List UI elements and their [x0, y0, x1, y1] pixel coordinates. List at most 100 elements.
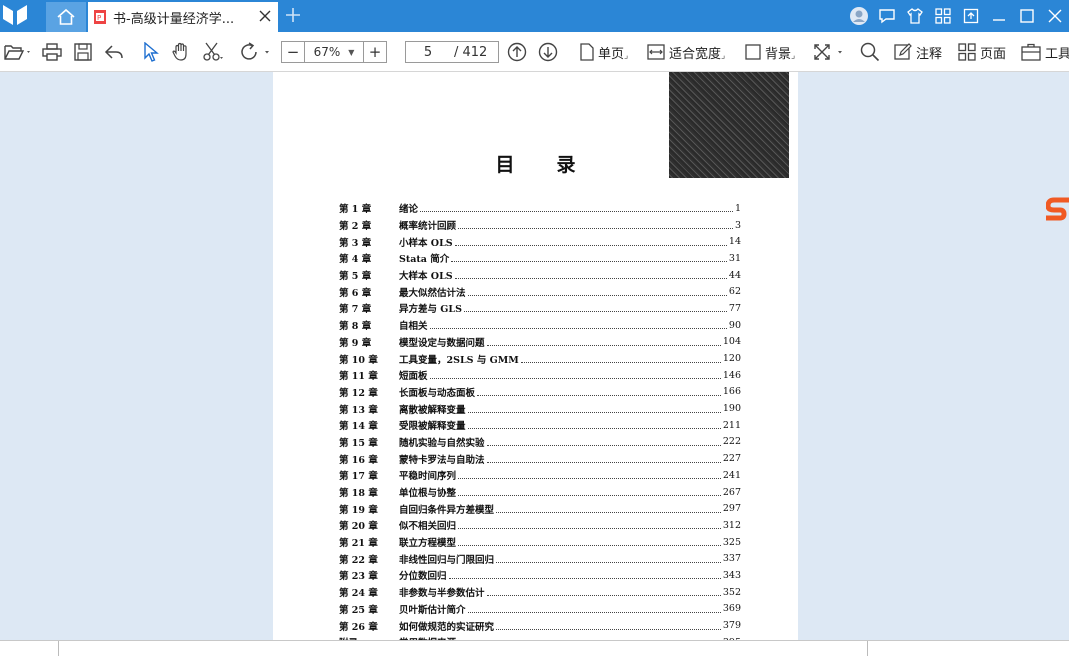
- expand-arrows-icon: [814, 44, 842, 60]
- next-page-button[interactable]: [538, 41, 558, 63]
- toc-title: 受限被解释变量: [399, 421, 466, 433]
- undo-arrow-icon: [104, 45, 123, 59]
- document-tab-title: 书-高级计量经济学...: [113, 11, 235, 27]
- close-tab-icon[interactable]: [258, 9, 272, 23]
- new-tab-icon[interactable]: [284, 6, 302, 24]
- select-tool-button[interactable]: [142, 41, 160, 63]
- toc-chapter: 第 14 章: [339, 421, 378, 433]
- toc-title: 随机实验与自然实验: [399, 437, 485, 449]
- page-button[interactable]: 页面: [958, 41, 1006, 63]
- toc-title: 自回归条件异方差模型: [399, 504, 495, 516]
- total-pages: / 412: [454, 44, 488, 60]
- pencil-edit-icon: [894, 43, 912, 60]
- toc-page-number: 44: [728, 269, 741, 281]
- toc-chapter: 第 4 章: [339, 254, 372, 266]
- toc-title: 大样本 OLS: [399, 271, 453, 283]
- toc-leader-dots: [467, 605, 721, 613]
- skin-shirt-icon[interactable]: [901, 0, 929, 32]
- toc-page-number: 146: [722, 369, 741, 381]
- ime-s-icon[interactable]: [1046, 196, 1069, 224]
- toc-chapter: 第 5 章: [339, 271, 372, 283]
- maximize-icon[interactable]: [1013, 0, 1041, 32]
- toc-chapter: 第 26 章: [339, 621, 378, 633]
- toc-leader-dots: [458, 221, 733, 230]
- toc-row: 第 9 章 模型设定与数据问题 104: [339, 334, 741, 351]
- toc-page-number: 379: [722, 620, 741, 632]
- toc-chapter: 第 16 章: [339, 454, 378, 466]
- search-button[interactable]: [860, 41, 880, 63]
- toc-chapter: 第 24 章: [339, 588, 378, 600]
- hand-tool-button[interactable]: [171, 41, 191, 63]
- page-number-field[interactable]: 5 / 412: [405, 41, 499, 63]
- print-button[interactable]: [42, 41, 62, 63]
- user-avatar-icon[interactable]: [845, 0, 873, 32]
- zoom-out-button[interactable]: −: [282, 42, 304, 62]
- annotate-button[interactable]: 注释: [894, 41, 942, 63]
- toc-title: 概率统计回顾: [399, 221, 457, 233]
- zoom-in-button[interactable]: +: [364, 42, 386, 62]
- current-page-input[interactable]: 5: [406, 45, 450, 60]
- fit-width-icon: [647, 44, 665, 60]
- toc-page-number: 31: [728, 252, 741, 264]
- toc-title: 贝叶斯估计简介: [399, 604, 466, 616]
- toc-chapter: 第 23 章: [339, 571, 378, 583]
- toolbox-icon: [1021, 43, 1041, 61]
- toc-page-number: 104: [722, 336, 741, 348]
- tools-button[interactable]: 工具: [1021, 41, 1069, 63]
- toc-leader-dots: [486, 588, 721, 597]
- toc-page-number: 241: [722, 469, 741, 481]
- toc-title: 短面板: [399, 371, 428, 383]
- toc-chapter: 第 6 章: [339, 287, 372, 299]
- toc-chapter: 第 13 章: [339, 404, 378, 416]
- chevron-down-icon: ▼: [348, 47, 355, 57]
- layout-grid-icon[interactable]: [929, 0, 957, 32]
- feedback-icon[interactable]: [873, 0, 901, 32]
- toc-page-number: 14: [728, 236, 741, 248]
- single-page-label: 单页⌟: [598, 46, 629, 62]
- scissors-icon: [203, 42, 223, 61]
- toc-title: 自相关: [399, 321, 428, 333]
- save-button[interactable]: [74, 41, 92, 63]
- restore-mini-icon[interactable]: [957, 0, 985, 32]
- fullscreen-button[interactable]: [813, 41, 847, 63]
- single-page-button[interactable]: 单页⌟: [580, 41, 628, 63]
- minimize-icon[interactable]: [985, 0, 1013, 32]
- toc-leader-dots: [458, 488, 721, 497]
- home-tab[interactable]: [46, 2, 86, 32]
- toc-row: 第 16 章 蒙特卡罗法与自助法 227: [339, 450, 741, 467]
- toc-leader-dots: [458, 471, 721, 480]
- toc-chapter: 第 9 章: [339, 337, 372, 349]
- save-disk-icon: [74, 43, 92, 61]
- toc-page-number: 211: [722, 419, 741, 431]
- toc-chapter: 第 20 章: [339, 521, 378, 533]
- toc-leader-dots: [486, 455, 721, 463]
- undo-button[interactable]: [104, 41, 124, 63]
- toc-page-number: 222: [722, 436, 741, 448]
- toc-row: 第 1 章 绪论 1: [339, 200, 741, 217]
- toc-row: 第 13 章 离散被解释变量 190: [339, 400, 741, 417]
- toc-title: 绪论: [399, 204, 419, 216]
- close-window-icon[interactable]: [1041, 0, 1069, 32]
- toc-leader-dots: [496, 622, 721, 630]
- toc-row: 第 2 章 概率统计回顾 3: [339, 217, 741, 234]
- toc-title: 似不相关回归: [399, 521, 457, 533]
- toc-row: 第 24 章 非参数与半参数估计 352: [339, 584, 741, 601]
- rotate-button[interactable]: [240, 41, 274, 63]
- toc-page-number: 77: [728, 302, 741, 314]
- zoom-select[interactable]: 67% ▼: [304, 42, 364, 62]
- fit-width-button[interactable]: 适合宽度⌟: [647, 41, 725, 63]
- svg-text:P: P: [97, 14, 101, 22]
- document-tab[interactable]: P 书-高级计量经济学...: [88, 2, 278, 32]
- toc-leader-dots: [520, 355, 721, 363]
- snapshot-cut-button[interactable]: [202, 41, 224, 63]
- toc-title: 非参数与半参数估计: [399, 588, 485, 600]
- app-logo-icon[interactable]: [0, 0, 30, 32]
- previous-page-button[interactable]: [507, 41, 527, 63]
- document-viewer[interactable]: 目录 第 1 章 绪论 1 第 2 章 概率统计回顾 3 第 3 章 小样本 OLS 14 第 4…: [0, 72, 1069, 640]
- toc-row: 第 15 章 随机实验与自然实验 222: [339, 434, 741, 451]
- toc-chapter: 第 11 章: [339, 371, 378, 383]
- toc-page-number: 267: [722, 486, 741, 498]
- background-button[interactable]: 背景⌟: [745, 41, 795, 63]
- toc-leader-dots: [496, 555, 721, 563]
- open-file-button[interactable]: [4, 41, 32, 63]
